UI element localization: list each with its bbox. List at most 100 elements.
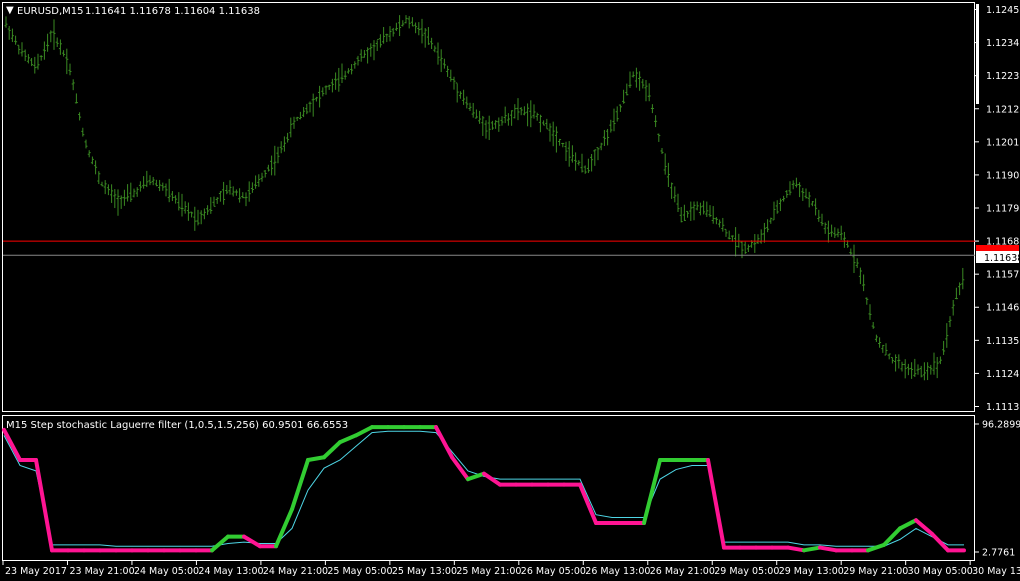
price-scale-drag-handle[interactable] (976, 4, 979, 104)
price-bar (574, 152, 578, 171)
price-bar (913, 358, 917, 378)
price-bar (772, 201, 776, 221)
price-bar (20, 42, 24, 57)
price-bar (942, 340, 946, 355)
price-bar (666, 162, 670, 188)
price-bar (65, 48, 69, 75)
price-bar (727, 230, 731, 240)
price-bar (17, 44, 21, 55)
price-tick-label: 1.11245 (986, 369, 1020, 380)
indicator-axis: 96.2899 2.7761 (975, 420, 1020, 559)
price-bar (225, 184, 229, 195)
price-bar (526, 103, 530, 127)
time-tick-label: 25 May 05:00 (327, 566, 392, 577)
indicator-lines (2, 425, 966, 553)
price-bar (129, 182, 133, 202)
price-bar (222, 181, 226, 205)
filter-segment (306, 455, 326, 462)
price-bar (910, 362, 914, 379)
price-bar (660, 148, 664, 155)
price-bar (839, 225, 843, 241)
price-tick-label: 1.11465 (986, 303, 1020, 314)
time-tick-label: 24 May 21:00 (263, 566, 328, 577)
price-bar (14, 35, 18, 45)
filter-segment (818, 545, 838, 553)
price-bar (334, 72, 338, 90)
price-bar (529, 100, 533, 128)
filter-segment (578, 482, 598, 525)
price-bar (164, 183, 168, 197)
price-bar (548, 123, 552, 142)
price-bar (734, 227, 738, 257)
price-bar (7, 25, 11, 40)
price-bar (711, 206, 715, 224)
price-bar (372, 40, 376, 61)
price-bar (929, 364, 933, 375)
price-bar (670, 182, 674, 199)
price-bar (212, 196, 216, 207)
price-bar (775, 200, 779, 214)
price-bar (398, 15, 402, 37)
price-bar (142, 176, 146, 189)
price-bar (788, 181, 792, 196)
price-bar (743, 241, 747, 254)
price-bar (420, 18, 424, 44)
time-tick-label: 29 May 13:00 (779, 566, 844, 577)
price-tick-label: 1.12125 (986, 104, 1020, 115)
price-bar (90, 156, 94, 165)
price-bar (110, 184, 114, 203)
price-bar (94, 160, 98, 175)
price-bar (746, 244, 750, 252)
price-tick-label: 1.11135 (986, 402, 1020, 413)
price-bar (842, 231, 846, 248)
chart-menu-icon[interactable]: ▼ (6, 5, 14, 16)
price-bar (762, 222, 766, 243)
price-bar (426, 27, 430, 45)
time-tick-label: 29 May 21:00 (843, 566, 908, 577)
price-bar (618, 104, 622, 112)
price-bar (894, 354, 898, 372)
price-bar (423, 28, 427, 48)
price-bar (78, 112, 82, 121)
price-bar (410, 17, 414, 27)
price-tick-label: 1.11355 (986, 336, 1020, 347)
price-bar (254, 175, 258, 189)
price-bar (340, 63, 344, 84)
price-bar (782, 195, 786, 202)
price-bar (52, 19, 56, 50)
filter-segment (706, 457, 726, 550)
price-bar (478, 110, 482, 124)
price-bar (327, 84, 331, 90)
price-bar (586, 158, 590, 174)
price-bar (634, 67, 638, 88)
price-bar (858, 267, 862, 285)
price-bar (561, 142, 565, 148)
filter-segment (466, 471, 486, 482)
price-bar (564, 141, 568, 162)
price-tick-label: 1.12015 (986, 137, 1020, 148)
price-bar (167, 178, 171, 203)
price-bar (938, 356, 942, 365)
price-bar (151, 176, 155, 186)
filter-segment (34, 457, 54, 553)
price-bar (439, 49, 443, 73)
price-bar (343, 70, 347, 80)
price-bar (881, 344, 885, 353)
price-bar (676, 193, 680, 213)
price-bar (545, 118, 549, 130)
time-tick-label: 23 May 2017 (5, 566, 67, 577)
price-bar (324, 85, 328, 95)
price-bar (58, 39, 62, 55)
price-bar (769, 217, 773, 224)
price-bar (906, 363, 910, 376)
price-bar (663, 153, 667, 175)
price-bar (193, 206, 197, 231)
price-bar (654, 115, 658, 128)
indicator-tick-label: 96.2899 (982, 420, 1020, 431)
price-bar (462, 89, 466, 105)
price-bar (583, 165, 587, 174)
bid-price-label: 1.11638 (984, 253, 1020, 264)
price-bar (798, 182, 802, 198)
time-tick-label: 24 May 13:00 (198, 566, 263, 577)
price-bar (935, 356, 939, 379)
